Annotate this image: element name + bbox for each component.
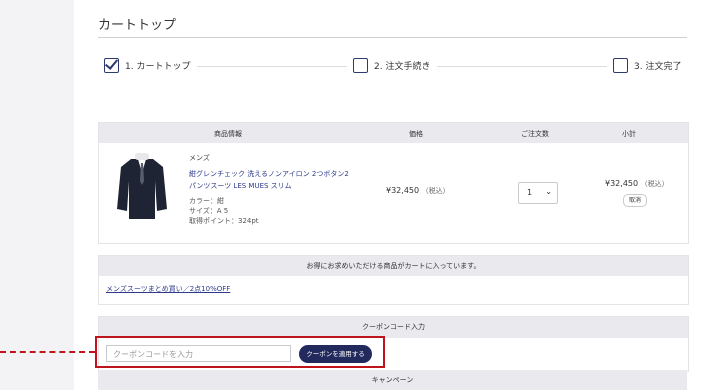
product-category: メンズ xyxy=(189,154,210,162)
header-qty: ご注文数 xyxy=(521,130,549,138)
quantity-select[interactable]: 1 ⌄ xyxy=(518,182,558,204)
unit-price: ¥32,450 （税込） xyxy=(386,186,450,196)
callout-dashed-line xyxy=(0,351,95,353)
product-name-link[interactable]: 紺グレンチェック 洗えるノンアイロン 2つボタン2パンツスーツ LES MUES… xyxy=(189,168,349,192)
step-order-complete: 3. 注文完了 xyxy=(613,58,681,73)
step-order-procedure: 2. 注文手続き xyxy=(353,58,430,73)
step-label: 3. 注文完了 xyxy=(634,62,682,72)
step-cart-top: 1. カートトップ xyxy=(104,58,190,73)
product-attributes: カラー：紺 サイズ：A 5 取得ポイント：324pt xyxy=(189,196,259,226)
price-tax-note: （税込） xyxy=(421,187,450,195)
recommendation-heading: お得にお求めいただける商品がカートに入っています。 xyxy=(99,256,688,276)
chevron-down-icon: ⌄ xyxy=(545,187,552,196)
step-connector xyxy=(437,66,607,67)
coupon-heading: クーポンコード入力 xyxy=(99,317,688,338)
subtotal: ¥32,450 （税込） xyxy=(605,179,669,189)
bundle-offer-link[interactable]: メンズスーツまとめ買い／2点10%OFF xyxy=(106,284,230,294)
checkbox-empty-icon xyxy=(613,58,628,73)
header-product: 商品情報 xyxy=(214,130,242,138)
left-gutter xyxy=(0,0,74,390)
campaign-heading: キャンペーン xyxy=(98,370,687,390)
subtotal-value: ¥32,450 xyxy=(605,179,639,188)
product-size: サイズ：A 5 xyxy=(189,207,229,215)
product-image[interactable] xyxy=(111,151,173,221)
checkbox-empty-icon xyxy=(353,58,368,73)
header-price: 価格 xyxy=(409,130,423,138)
step-connector xyxy=(197,66,347,67)
step-label: 1. カートトップ xyxy=(125,62,191,72)
product-color: カラー：紺 xyxy=(189,197,224,205)
recommendation-panel: お得にお求めいただける商品がカートに入っています。 メンズスーツまとめ買い／2点… xyxy=(98,255,689,305)
cart-table: 商品情報 価格 ご注文数 小計 メンズ 紺グレンチェック 洗えるノンアイロン 2… xyxy=(98,122,689,244)
table-header: 商品情報 価格 ご注文数 小計 xyxy=(99,123,688,143)
page-title: カートトップ xyxy=(98,18,177,33)
quantity-value: 1 xyxy=(527,188,533,197)
checkbox-checked-icon xyxy=(104,58,119,73)
price-value: ¥32,450 xyxy=(386,186,420,195)
subtotal-tax-note: （税込） xyxy=(640,180,669,188)
cancel-item-button[interactable]: 取消 xyxy=(623,194,647,207)
header-subtotal: 小計 xyxy=(622,130,636,138)
product-points: 取得ポイント：324pt xyxy=(189,217,259,225)
highlight-box xyxy=(95,336,385,368)
step-label: 2. 注文手続き xyxy=(374,62,431,72)
title-divider xyxy=(98,37,687,38)
